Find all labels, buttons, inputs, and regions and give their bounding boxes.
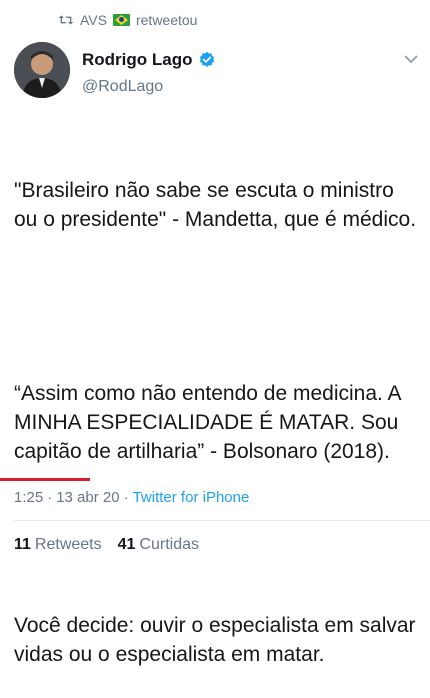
tweet-source-link[interactable]: Twitter for iPhone — [133, 489, 250, 506]
likes-label: Curtidas — [139, 536, 199, 553]
tweet-paragraph: Você decide: ouvir o especialista em sal… — [14, 614, 422, 666]
tweet-paragraph: “Assim como não entendo de medicina. A M… — [14, 382, 407, 463]
verified-badge-icon — [200, 51, 215, 68]
tweet-paragraph: "Brasileiro não sabe se escuta o ministr… — [14, 179, 417, 231]
likes-stat[interactable]: 41 Curtidas — [118, 536, 199, 554]
red-annotation-underline — [0, 478, 90, 481]
tweet-date: 13 abr 20 — [56, 489, 120, 506]
retweet-action-label: retweetou — [135, 12, 198, 28]
retweets-stat[interactable]: 11 Retweets — [14, 536, 102, 554]
chevron-down-icon[interactable] — [404, 54, 418, 64]
meta-separator: · — [123, 489, 129, 506]
author-handle[interactable]: @RodLago — [82, 78, 163, 96]
avatar[interactable] — [14, 42, 70, 98]
author-name-row[interactable]: Rodrigo Lago — [82, 50, 216, 70]
author-name[interactable]: Rodrigo Lago — [82, 50, 192, 70]
retweeter-name[interactable]: AVS — [80, 12, 107, 28]
likes-count: 41 — [117, 536, 136, 553]
retweets-label: Retweets — [34, 536, 102, 553]
avatar-photo — [14, 42, 70, 98]
tweet-metadata: 1:25 · 13 abr 20 · Twitter for iPhone — [14, 489, 249, 506]
retweet-icon — [58, 15, 74, 25]
brazil-flag-icon — [112, 14, 130, 26]
divider — [14, 520, 430, 521]
meta-separator: · — [47, 489, 53, 506]
retweet-banner[interactable]: AVS retweetou — [58, 12, 197, 28]
retweets-count: 11 — [14, 536, 31, 553]
tweet-body: "Brasileiro não sabe se escuta o ministr… — [14, 118, 419, 698]
tweet-time: 1:25 — [14, 489, 44, 506]
tweet-stats: 11 Retweets 41 Curtidas — [14, 536, 199, 554]
